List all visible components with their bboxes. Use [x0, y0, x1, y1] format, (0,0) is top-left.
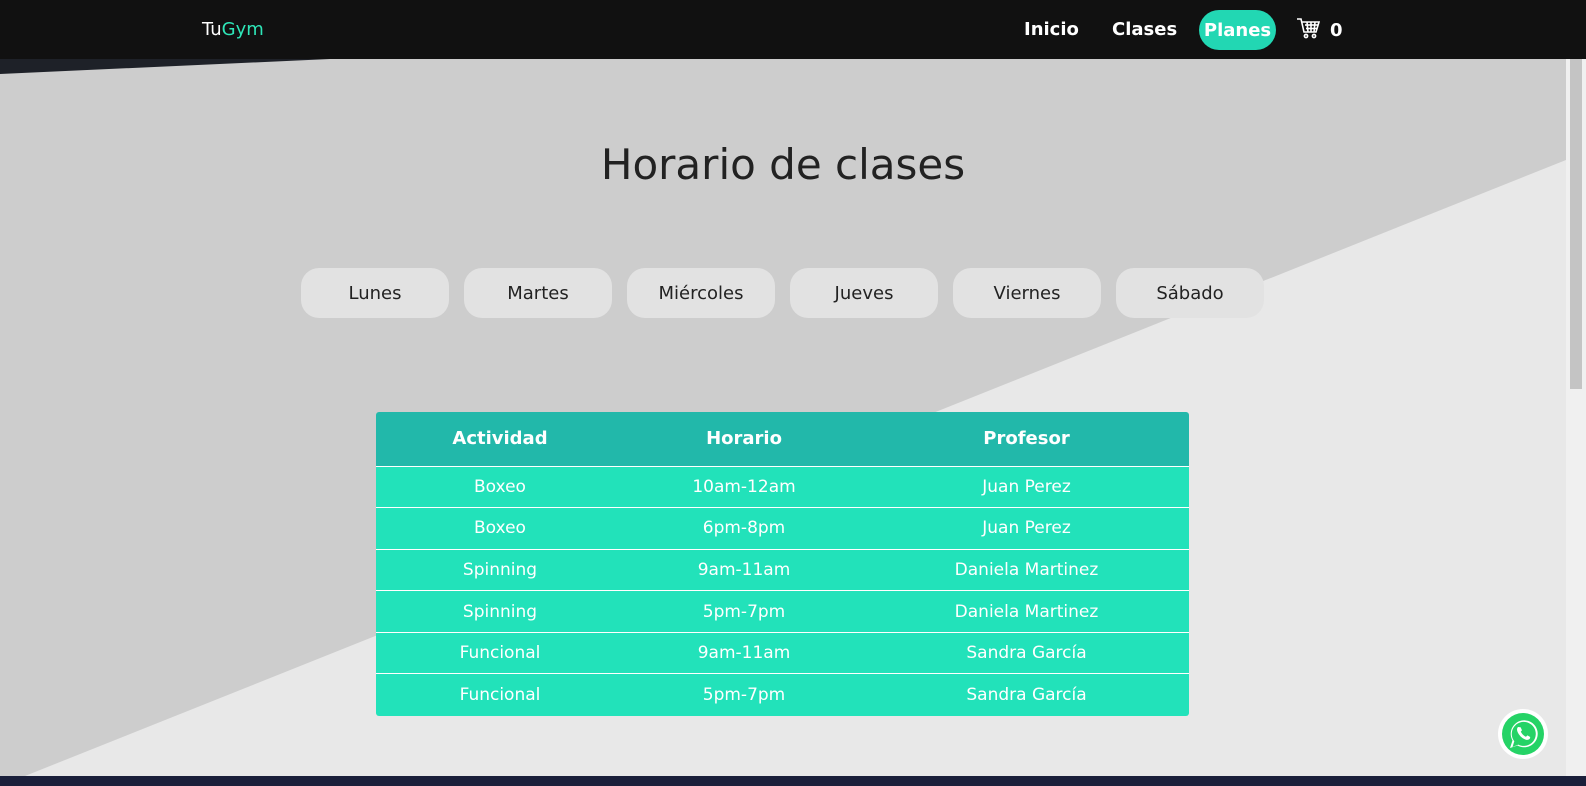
cell-actividad: Boxeo [376, 507, 624, 550]
cell-actividad: Boxeo [376, 465, 624, 508]
page: TuGym Inicio Clases Planes 0 Horario de … [0, 0, 1586, 786]
cell-horario: 5pm-7pm [624, 590, 864, 633]
cell-actividad: Funcional [376, 673, 624, 716]
whatsapp-icon [1497, 709, 1549, 764]
nav-link-planes[interactable]: Planes [1199, 10, 1276, 50]
column-header-actividad: Actividad [376, 412, 624, 466]
column-header-horario: Horario [624, 412, 864, 466]
cell-profesor: Juan Perez [864, 507, 1189, 550]
table-header-row: Actividad Horario Profesor [376, 412, 1189, 466]
brand-logo[interactable]: TuGym [202, 19, 264, 40]
cell-horario: 10am-12am [624, 465, 864, 508]
table-row: Boxeo 6pm-8pm Juan Perez [376, 507, 1189, 550]
nav-link-inicio[interactable]: Inicio [1024, 19, 1079, 40]
schedule-table: Actividad Horario Profesor Boxeo 10am-12… [376, 412, 1189, 716]
page-title: Horario de clases [600, 140, 966, 189]
cell-profesor: Daniela Martinez [864, 548, 1189, 591]
column-header-profesor: Profesor [864, 412, 1189, 466]
cell-horario: 9am-11am [624, 631, 864, 674]
day-button-viernes[interactable]: Viernes [953, 268, 1101, 318]
table-row: Funcional 9am-11am Sandra García [376, 631, 1189, 674]
navbar: TuGym Inicio Clases Planes 0 [0, 0, 1586, 59]
cart-icon [1296, 17, 1321, 43]
brand-suffix: Gym [221, 19, 264, 40]
day-button-miercoles[interactable]: Miércoles [627, 268, 775, 318]
cell-actividad: Spinning [376, 548, 624, 591]
cell-profesor: Daniela Martinez [864, 590, 1189, 633]
cell-profesor: Sandra García [864, 631, 1189, 674]
scrollbar[interactable] [1566, 59, 1586, 786]
cell-horario: 9am-11am [624, 548, 864, 591]
cell-profesor: Sandra García [864, 673, 1189, 716]
nav-link-clases[interactable]: Clases [1112, 19, 1177, 40]
cart-button[interactable]: 0 [1296, 18, 1343, 42]
cart-count: 0 [1330, 19, 1343, 41]
bottom-edge [0, 776, 1586, 786]
cell-horario: 5pm-7pm [624, 673, 864, 716]
table-row: Spinning 9am-11am Daniela Martinez [376, 548, 1189, 591]
day-button-martes[interactable]: Martes [464, 268, 612, 318]
cell-actividad: Spinning [376, 590, 624, 633]
table-row: Boxeo 10am-12am Juan Perez [376, 465, 1189, 508]
table-row: Spinning 5pm-7pm Daniela Martinez [376, 590, 1189, 633]
day-button-sabado[interactable]: Sábado [1116, 268, 1264, 318]
whatsapp-button[interactable] [1497, 708, 1549, 760]
day-selector: Lunes Martes Miércoles Jueves Viernes Sá… [301, 268, 1264, 318]
brand-prefix: Tu [202, 19, 222, 40]
cell-actividad: Funcional [376, 631, 624, 674]
table-row: Funcional 5pm-7pm Sandra García [376, 673, 1189, 716]
day-button-lunes[interactable]: Lunes [301, 268, 449, 318]
cell-profesor: Juan Perez [864, 465, 1189, 508]
cell-horario: 6pm-8pm [624, 507, 864, 550]
day-button-jueves[interactable]: Jueves [790, 268, 938, 318]
